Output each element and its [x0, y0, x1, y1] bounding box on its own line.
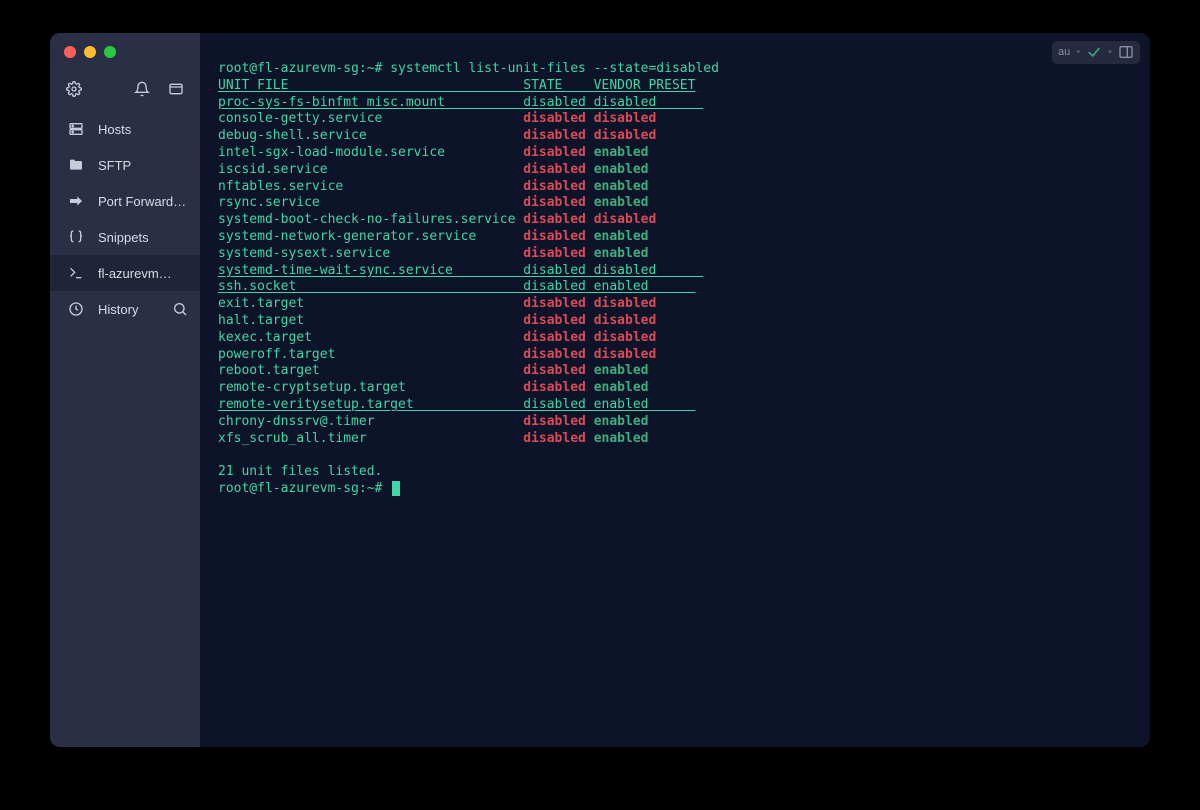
- sidebar-item-label: History: [98, 302, 158, 317]
- app-window: Hosts SFTP Port Forwarding Snippets fl-a…: [50, 33, 1150, 747]
- close-window-button[interactable]: [64, 46, 76, 58]
- locale-badge[interactable]: au: [1058, 44, 1070, 61]
- sidebar-item-history[interactable]: History: [50, 291, 200, 327]
- sidebar-item-label: fl-azurevm…: [98, 266, 188, 281]
- sidebar-item-port-forwarding[interactable]: Port Forwarding: [50, 183, 200, 219]
- forward-icon: [68, 193, 84, 209]
- sidebar-item-host-session[interactable]: fl-azurevm…: [50, 255, 200, 291]
- sidebar-item-label: SFTP: [98, 158, 188, 173]
- sidebar-item-snippets[interactable]: Snippets: [50, 219, 200, 255]
- sidebar: Hosts SFTP Port Forwarding Snippets fl-a…: [50, 33, 200, 747]
- inbox-icon[interactable]: [168, 81, 184, 97]
- terminal-icon: [68, 265, 84, 281]
- sidebar-item-label: Snippets: [98, 230, 188, 245]
- braces-icon: [68, 229, 84, 245]
- share-icon[interactable]: [1086, 44, 1102, 60]
- sidebar-item-label: Port Forwarding: [98, 194, 188, 209]
- split-panel-icon[interactable]: [1118, 44, 1134, 60]
- terminal-pane[interactable]: au • • root@fl-azurevm-sg:~# systemctl l…: [200, 33, 1150, 747]
- folder-icon: [68, 157, 84, 173]
- bell-icon[interactable]: [134, 81, 150, 97]
- terminal-output: root@fl-azurevm-sg:~# systemctl list-uni…: [218, 61, 1132, 498]
- sidebar-item-sftp[interactable]: SFTP: [50, 147, 200, 183]
- sidebar-item-hosts[interactable]: Hosts: [50, 111, 200, 147]
- zoom-window-button[interactable]: [104, 46, 116, 58]
- minimize-window-button[interactable]: [84, 46, 96, 58]
- search-icon[interactable]: [172, 301, 188, 317]
- sidebar-top-icons: [50, 71, 200, 111]
- titlebar-actions: au • •: [1052, 41, 1140, 64]
- server-icon: [68, 121, 84, 137]
- window-controls: [50, 33, 200, 71]
- gear-icon[interactable]: [66, 81, 82, 97]
- sidebar-item-label: Hosts: [98, 122, 188, 137]
- clock-icon: [68, 301, 84, 317]
